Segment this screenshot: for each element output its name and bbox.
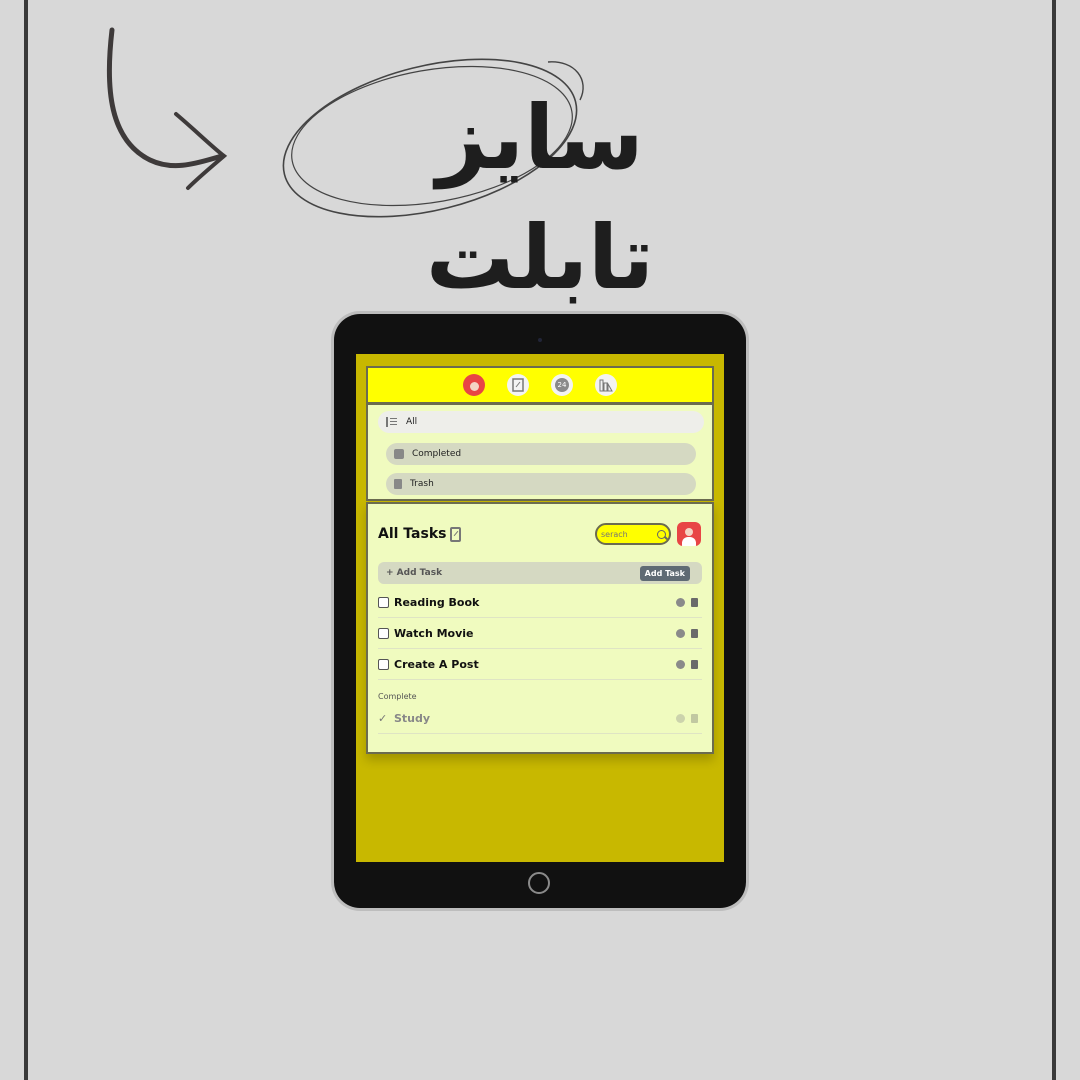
tablet-device: 24 All Completed Trash All Tasks serach …: [334, 314, 746, 908]
task-text: Create A Post: [394, 658, 479, 671]
nav-item-label: All: [406, 417, 418, 427]
home-button[interactable]: [528, 872, 550, 894]
search-box[interactable]: [595, 523, 671, 545]
trash-icon[interactable]: [691, 660, 698, 669]
calendar-24-icon[interactable]: 24: [551, 374, 573, 396]
profile-avatar-icon[interactable]: [463, 374, 485, 396]
task-checkbox[interactable]: [378, 628, 389, 639]
task-text: Study: [394, 712, 431, 725]
checkmark-icon[interactable]: ✓: [378, 713, 389, 724]
headline-area: سايز تابلت: [0, 0, 1080, 309]
complete-section-label: Complete: [378, 692, 417, 701]
task-main-panel: All Tasks + Add Task Add Task Reading Bo…: [366, 502, 714, 754]
trash-icon: [394, 479, 402, 489]
top-bar: 24: [366, 366, 714, 404]
task-text: Reading Book: [394, 596, 480, 609]
task-row: Create A Post: [378, 650, 702, 680]
clock-icon[interactable]: [676, 660, 685, 669]
list-icon: [386, 417, 398, 427]
trash-icon[interactable]: [691, 714, 698, 723]
completed-icon: [394, 449, 404, 459]
camera-dot: [538, 338, 542, 342]
task-checkbox[interactable]: [378, 597, 389, 608]
stats-icon[interactable]: [595, 374, 617, 396]
nav-item-trash[interactable]: Trash: [386, 473, 696, 495]
calendar-badge: 24: [555, 378, 569, 392]
trash-icon[interactable]: [691, 629, 698, 638]
task-text: Watch Movie: [394, 627, 474, 640]
clipboard-icon[interactable]: [507, 374, 529, 396]
nav-panel: All Completed Trash: [366, 403, 714, 501]
search-icon[interactable]: [657, 529, 666, 539]
nav-item-all[interactable]: All: [378, 411, 704, 433]
user-avatar[interactable]: [677, 522, 701, 546]
add-task-bar[interactable]: + Add Task Add Task: [378, 562, 702, 584]
search-input[interactable]: [601, 529, 655, 539]
add-task-label[interactable]: + Add Task: [386, 568, 442, 578]
clock-icon[interactable]: [676, 629, 685, 638]
nav-item-completed[interactable]: Completed: [386, 443, 696, 465]
trash-icon[interactable]: [691, 598, 698, 607]
task-row: Watch Movie: [378, 619, 702, 649]
clock-icon[interactable]: [676, 598, 685, 607]
task-checkbox[interactable]: [378, 659, 389, 670]
headline-arabic-text: سايز تابلت: [425, 86, 655, 309]
nav-item-label: Completed: [412, 449, 462, 459]
page-title-text: All Tasks: [378, 526, 447, 542]
tablet-screen: 24 All Completed Trash All Tasks serach …: [356, 354, 724, 862]
nav-item-label: Trash: [410, 479, 434, 489]
clock-icon[interactable]: [676, 714, 685, 723]
edit-clipboard-icon: [450, 526, 462, 542]
completed-task-row: ✓ Study: [378, 704, 702, 734]
page-title: All Tasks: [378, 526, 462, 542]
add-task-button[interactable]: Add Task: [639, 565, 690, 581]
task-row: Reading Book: [378, 588, 702, 618]
